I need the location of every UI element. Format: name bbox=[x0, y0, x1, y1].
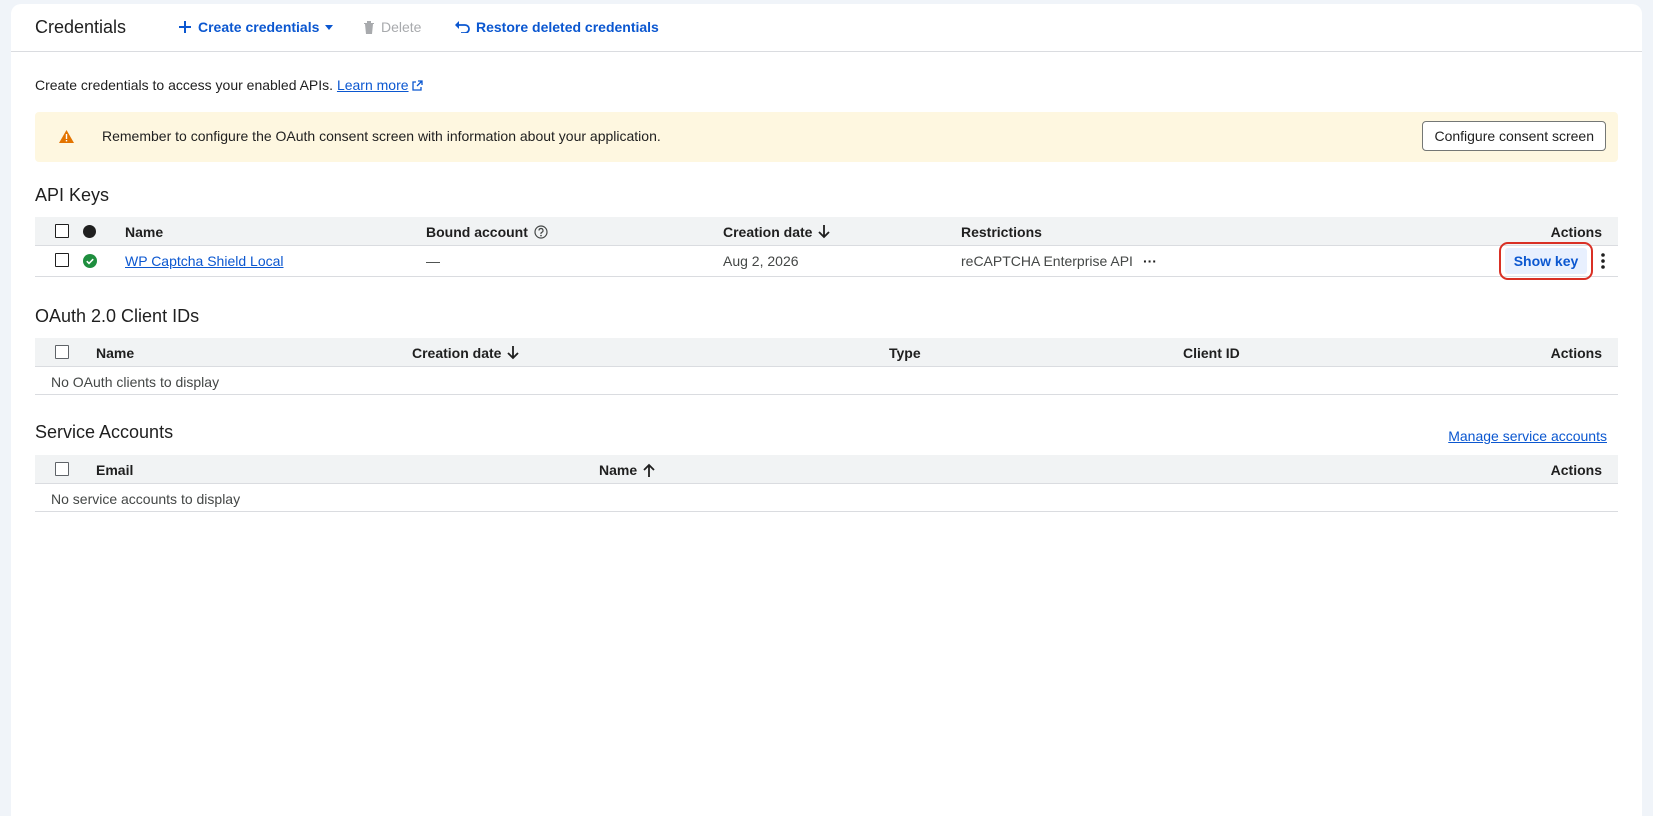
col-bound-account: Bound account bbox=[426, 224, 548, 240]
restrictions-value: reCAPTCHA Enterprise API ··· bbox=[961, 253, 1157, 269]
api-keys-header-row: Name Bound account Creation date Restric… bbox=[35, 217, 1618, 246]
service-accounts-header-row: Email Name Actions bbox=[35, 455, 1618, 484]
oauth-empty-row: No OAuth clients to display bbox=[35, 367, 1618, 395]
api-keys-title: API Keys bbox=[35, 185, 110, 205]
sa-col-name[interactable]: Name bbox=[599, 462, 655, 478]
undo-icon bbox=[455, 21, 470, 33]
oauth-empty-message: No OAuth clients to display bbox=[51, 374, 220, 390]
learn-more-link[interactable]: Learn more bbox=[337, 77, 409, 93]
service-accounts-empty-row: No service accounts to display bbox=[35, 484, 1618, 512]
oauth-select-all-checkbox[interactable] bbox=[55, 345, 69, 359]
bound-account-value: — bbox=[426, 253, 440, 269]
oauth-title: OAuth 2.0 Client IDs bbox=[35, 306, 200, 326]
oauth-col-name: Name bbox=[96, 345, 135, 361]
intro-text: Create credentials to access your enable… bbox=[35, 77, 424, 93]
sa-col-name-label: Name bbox=[599, 462, 638, 478]
oauth-table: Name Creation date Type Client ID Action… bbox=[35, 338, 1618, 395]
more-vert-icon[interactable] bbox=[1601, 253, 1605, 269]
service-accounts-empty-message: No service accounts to display bbox=[51, 491, 241, 507]
sa-col-actions: Actions bbox=[1550, 462, 1602, 478]
oauth-warning-banner: Remember to configure the OAuth consent … bbox=[35, 112, 1618, 162]
delete-label: Delete bbox=[381, 19, 422, 35]
oauth-col-type: Type bbox=[889, 345, 921, 361]
trash-icon bbox=[364, 21, 374, 34]
sa-col-email: Email bbox=[96, 462, 134, 478]
oauth-col-creation-date-label: Creation date bbox=[412, 345, 502, 361]
create-credentials-button[interactable]: Create credentials bbox=[178, 19, 334, 35]
arrow-up-icon bbox=[643, 463, 655, 477]
show-key-button[interactable]: Show key bbox=[1499, 242, 1593, 280]
api-key-name-link[interactable]: WP Captcha Shield Local bbox=[125, 253, 284, 269]
col-restrictions: Restrictions bbox=[961, 224, 1042, 240]
restore-deleted-credentials-button[interactable]: Restore deleted credentials bbox=[455, 19, 659, 35]
create-credentials-label: Create credentials bbox=[198, 19, 320, 35]
service-accounts-table: Email Name Actions No service accounts t… bbox=[35, 455, 1618, 512]
page-title: Credentials bbox=[35, 17, 127, 37]
select-all-checkbox[interactable] bbox=[55, 224, 69, 238]
oauth-header-row: Name Creation date Type Client ID Action… bbox=[35, 338, 1618, 367]
configure-consent-screen-button[interactable]: Configure consent screen bbox=[1422, 121, 1606, 151]
oauth-col-client-id: Client ID bbox=[1183, 345, 1240, 361]
service-accounts-select-all-checkbox[interactable] bbox=[55, 462, 69, 476]
warning-icon bbox=[59, 130, 74, 143]
arrow-down-icon bbox=[818, 225, 831, 239]
col-actions: Actions bbox=[1550, 224, 1602, 240]
creation-date-value: Aug 2, 2026 bbox=[723, 253, 799, 269]
service-accounts-title: Service Accounts bbox=[35, 422, 174, 442]
restore-label: Restore deleted credentials bbox=[476, 19, 659, 35]
table-row: WP Captcha Shield Local — Aug 2, 2026 re… bbox=[35, 242, 1618, 280]
row-checkbox[interactable] bbox=[55, 253, 69, 267]
status-column-icon bbox=[83, 225, 96, 238]
col-bound-account-label: Bound account bbox=[426, 224, 528, 240]
arrow-down-icon bbox=[507, 346, 520, 360]
credentials-panel: Credentials Create credentials Delete Re… bbox=[11, 4, 1642, 816]
col-creation-date-label: Creation date bbox=[723, 224, 813, 240]
api-keys-table: Name Bound account Creation date Restric… bbox=[35, 217, 1618, 280]
col-name: Name bbox=[125, 224, 164, 240]
toolbar: Credentials Create credentials Delete Re… bbox=[11, 4, 1642, 52]
oauth-col-creation-date[interactable]: Creation date bbox=[412, 345, 520, 361]
plus-icon bbox=[179, 21, 191, 33]
external-link-icon bbox=[412, 80, 424, 91]
intro-description: Create credentials to access your enable… bbox=[35, 77, 334, 93]
oauth-col-actions: Actions bbox=[1550, 345, 1602, 361]
col-creation-date[interactable]: Creation date bbox=[723, 224, 831, 240]
manage-service-accounts-link[interactable]: Manage service accounts bbox=[1448, 428, 1607, 444]
banner-message: Remember to configure the OAuth consent … bbox=[102, 128, 661, 144]
restrictions-text: reCAPTCHA Enterprise API bbox=[961, 253, 1133, 269]
caret-down-icon bbox=[325, 24, 334, 30]
more-restrictions-button[interactable]: ··· bbox=[1143, 253, 1157, 269]
help-icon[interactable] bbox=[534, 225, 548, 239]
check-circle-icon bbox=[83, 254, 97, 268]
delete-button[interactable]: Delete bbox=[363, 19, 421, 35]
